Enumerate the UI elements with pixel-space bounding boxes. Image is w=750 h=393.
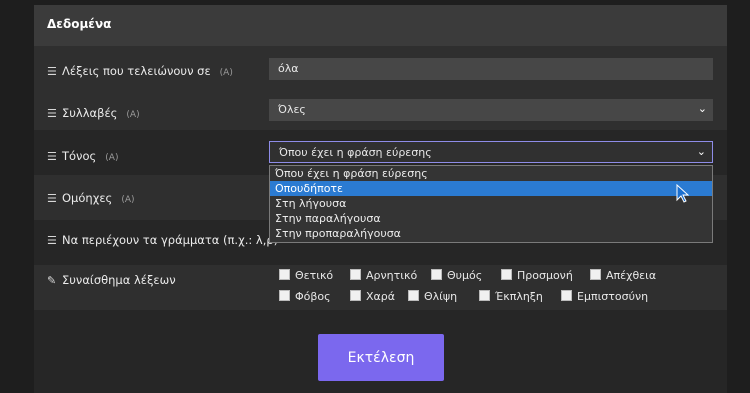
list-icon: ☰ [47, 65, 57, 78]
list-icon: ☰ [47, 150, 57, 163]
stress-option[interactable]: Όπου έχει η φράση εύρεσης [270, 166, 712, 181]
checkbox-box[interactable] [501, 269, 512, 280]
stress-dropdown: Όπου έχει η φράση εύρεσης Οπουδήποτε Στη… [269, 165, 713, 243]
sentiment-checkbox[interactable]: Έκπληξη [479, 290, 543, 303]
run-button[interactable]: Εκτέλεση [318, 334, 444, 381]
checkbox-box[interactable] [479, 290, 490, 301]
chevron-down-icon: ⌄ [697, 102, 707, 115]
stress-option[interactable]: Στην προπαραλήγουσα [270, 226, 712, 241]
sentiment-checkbox[interactable]: Θετικό [279, 269, 333, 282]
syllables-label: ☰ Συλλαβές (A) [47, 106, 140, 120]
list-icon: ☰ [47, 192, 57, 205]
data-panel: Δεδομένα ☰ Λέξεις που τελειώνουν σε (A) όλ… [34, 5, 727, 393]
homonyms-label: ☰ Ομόηχες (A) [47, 191, 135, 205]
syllables-select[interactable]: Όλες ⌄ [269, 99, 713, 121]
sentiment-checkbox[interactable]: Προσμονή [501, 269, 573, 282]
ending-label: ☰ Λέξεις που τελειώνουν σε (A) [47, 64, 233, 78]
sentiment-label: ✎ Συναίσθημα λέξεων [47, 273, 176, 287]
checkbox-box[interactable] [431, 269, 442, 280]
list-icon: ☰ [47, 234, 57, 247]
sentiment-checkbox[interactable]: Αρνητικό [350, 269, 417, 282]
list-icon: ☰ [47, 107, 57, 120]
edit-icon: ✎ [47, 274, 57, 287]
stress-option[interactable]: Στην παραλήγουσα [270, 211, 712, 226]
checkbox-box[interactable] [561, 290, 572, 301]
checkbox-box[interactable] [279, 269, 290, 280]
checkbox-box[interactable] [350, 290, 361, 301]
sentiment-checkbox[interactable]: Θλίψη [408, 290, 457, 303]
checkbox-box[interactable] [590, 269, 601, 280]
ending-input[interactable]: όλα [269, 58, 713, 80]
checkbox-box[interactable] [279, 290, 290, 301]
sentiment-checkbox[interactable]: Χαρά [350, 290, 395, 303]
chevron-down-icon: ⌄ [696, 145, 706, 158]
panel-header: Δεδομένα [34, 5, 727, 46]
stress-option-highlighted[interactable]: Οπουδήποτε [270, 181, 712, 196]
contains-label: ☰ Να περιέχουν τα γράμματα (π.χ.: λ,ρ) [47, 233, 279, 247]
sentiment-checkbox[interactable]: Φόβος [279, 290, 331, 303]
checkbox-box[interactable] [408, 290, 419, 301]
stress-option[interactable]: Στη λήγουσα [270, 196, 712, 211]
sentiment-checkbox[interactable]: Εμπιστοσύνη [561, 290, 648, 303]
checkbox-box[interactable] [350, 269, 361, 280]
stress-label: ☰ Τόνος (A) [47, 149, 119, 163]
sentiment-checkbox[interactable]: Απέχθεια [590, 269, 656, 282]
stress-select[interactable]: Όπου έχει η φράση εύρεσης ⌄ [269, 141, 713, 163]
mouse-pointer-icon [676, 184, 690, 203]
sentiment-checkbox[interactable]: Θυμός [431, 269, 482, 282]
panel-title: Δεδομένα [47, 17, 112, 31]
